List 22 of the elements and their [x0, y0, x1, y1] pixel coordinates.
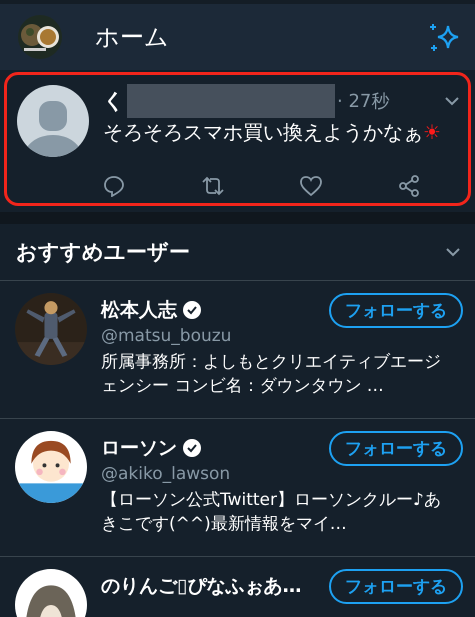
tweet-time: · 27秒	[337, 90, 390, 113]
follow-button[interactable]: フォローする	[329, 293, 463, 328]
share-icon[interactable]	[398, 175, 420, 197]
heart-icon[interactable]	[300, 175, 322, 197]
section-title: おすすめユーザー	[16, 239, 191, 266]
chevron-down-icon[interactable]	[445, 247, 461, 257]
chevron-down-icon[interactable]	[444, 96, 460, 106]
user-bio: 【ローソン公式Twitter】ローソンクルー♪あきこです(^^)最新情報をマイ…	[101, 489, 442, 536]
follow-button[interactable]: フォローする	[329, 431, 463, 466]
follow-button[interactable]: フォローする	[329, 569, 463, 604]
user-name: のりんご▯ぴなふぉあ…	[101, 574, 302, 599]
page-title: ホーム	[95, 22, 170, 53]
user-bio: 所属事務所：よしもとクリエイティブエージェンシー コンビ名：ダウンタウン …	[101, 351, 442, 398]
tweet-text: そろそろスマホ買い換えようかなぁ☀	[103, 119, 442, 146]
sparkle-icon[interactable]	[429, 21, 461, 53]
user-handle: @matsu_bouzu	[101, 326, 232, 346]
user-name: 松本人志	[101, 298, 177, 323]
user-handle: @akiko_lawson	[101, 464, 232, 484]
user-name: ローソン	[101, 436, 177, 461]
reply-icon[interactable]	[103, 175, 125, 197]
author-name: く	[103, 88, 125, 115]
retweet-icon[interactable]	[200, 175, 225, 197]
